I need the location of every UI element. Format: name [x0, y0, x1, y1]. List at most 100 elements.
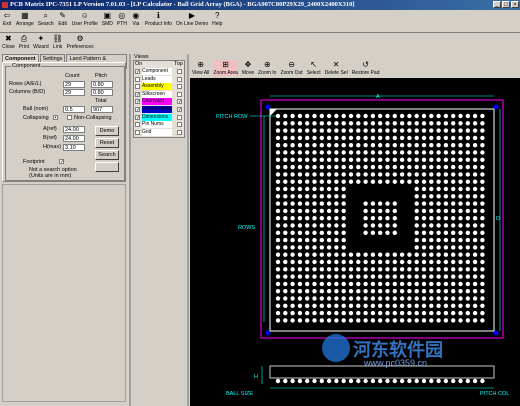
ball — [326, 310, 332, 316]
ball-field[interactable]: 0.5 — [63, 106, 85, 113]
view-checkbox[interactable]: ✓ — [135, 91, 140, 97]
ball — [290, 201, 295, 206]
ball — [283, 267, 288, 272]
ball — [421, 245, 427, 250]
close-button[interactable]: ✖ Close — [2, 34, 15, 50]
search-icon: ⌕ — [43, 11, 48, 20]
zoom-out-button[interactable]: ⊖ Zoom Out — [280, 60, 302, 76]
ball — [334, 281, 339, 287]
collapsing-radio[interactable]: • — [53, 115, 58, 121]
view-all-button[interactable]: ⊕ View All — [192, 60, 209, 76]
ball — [407, 259, 412, 265]
view-item-label[interactable]: Dimensions — [142, 113, 172, 121]
close-window-button[interactable]: × — [511, 1, 519, 8]
zoom-area-button[interactable]: ⊞ Zoom Area — [213, 60, 238, 76]
exit-button[interactable]: ⇦ Exit — [2, 11, 12, 27]
ball-size-label: BALL SIZE — [226, 391, 254, 397]
blank-button[interactable] — [95, 162, 119, 172]
views-splitter[interactable] — [187, 54, 189, 406]
move-button[interactable]: ✥ Move — [242, 60, 254, 76]
arrange-button[interactable]: ▦ Arrange — [16, 11, 34, 27]
view-top-checkbox[interactable] — [177, 122, 182, 128]
view-item-label[interactable]: Leads — [142, 75, 172, 83]
rows-count-field[interactable]: 29 — [63, 81, 85, 88]
corner-marker — [265, 330, 271, 336]
reset-button[interactable]: Reset — [95, 138, 119, 148]
maximize-button[interactable]: □ — [502, 1, 510, 8]
a-dim-label: A — [376, 94, 380, 100]
h-max-field[interactable]: 3.10 — [63, 144, 85, 151]
edit-button[interactable]: ✎ Edit — [58, 11, 68, 27]
view-top-checkbox[interactable] — [177, 84, 182, 90]
minimize-button[interactable]: _ — [493, 1, 501, 8]
b-ref-field[interactable]: 24.00 — [63, 135, 85, 142]
product-info-button[interactable]: ℹ Product Info — [145, 11, 172, 27]
ball — [326, 303, 332, 308]
ball — [275, 172, 281, 177]
view-checkbox[interactable]: ✓ — [135, 99, 140, 105]
view-item-label[interactable]: Assembly — [142, 83, 172, 91]
ball — [341, 230, 346, 235]
ball — [341, 172, 346, 177]
smd-button[interactable]: ▣ SMD — [102, 11, 113, 27]
pth-button[interactable]: ◎ PTH — [117, 11, 127, 27]
view-top-checkbox[interactable] — [177, 76, 182, 82]
ball — [436, 252, 441, 257]
ball — [370, 121, 376, 126]
print-button[interactable]: ⎙ Print — [19, 34, 29, 50]
via-button[interactable]: ◉ Via — [131, 11, 141, 27]
ball — [451, 113, 456, 119]
view-checkbox[interactable]: ✓ — [135, 69, 140, 75]
ball — [407, 267, 412, 272]
link-button[interactable]: ⛓ Link — [53, 34, 63, 50]
ball — [458, 194, 463, 199]
ball — [465, 318, 470, 323]
view-item-label[interactable]: Land Pattern — [142, 106, 172, 113]
ball — [370, 201, 376, 206]
demo-button[interactable]: Demo — [95, 126, 119, 136]
view-item-label[interactable]: Pin Nums — [142, 121, 172, 129]
ball — [356, 303, 361, 308]
splitter[interactable] — [129, 54, 131, 406]
view-top-checkbox[interactable] — [177, 114, 182, 120]
rows-pitch-field[interactable]: 0.80 — [91, 81, 113, 88]
view-checkbox[interactable] — [135, 129, 140, 135]
ball — [465, 274, 470, 279]
ball — [290, 259, 295, 265]
view-top-checkbox[interactable] — [177, 129, 182, 135]
view-item-label[interactable]: Component — [142, 68, 172, 75]
select-button[interactable]: ↖ Select — [307, 60, 321, 76]
view-checkbox[interactable]: ✓ — [135, 114, 140, 120]
restore-pad-button[interactable]: ↺ Restore Pad — [352, 60, 380, 76]
view-checkbox[interactable] — [135, 76, 140, 82]
wizard-button[interactable]: ✦ Wizard — [33, 34, 49, 50]
zoom-in-button[interactable]: ⊕ Zoom In — [258, 60, 276, 76]
user-profile-button[interactable]: ☺ User Profile — [72, 11, 98, 27]
view-item-label[interactable]: Grid — [142, 128, 172, 136]
ball — [451, 259, 456, 265]
noncollapsing-radio[interactable] — [67, 115, 72, 120]
footprint-checkbox[interactable]: ✓ — [59, 159, 64, 165]
view-checkbox[interactable] — [135, 84, 140, 90]
view-top-checkbox[interactable]: ✓ — [177, 107, 182, 113]
on-line-demo-button[interactable]: ▶ On Line Demo — [176, 11, 208, 27]
preferences-button[interactable]: ⚙ Preferences — [67, 34, 94, 50]
view-top-checkbox[interactable] — [177, 69, 182, 74]
columns-count-field[interactable]: 29 — [63, 89, 85, 96]
delete-sel-button[interactable]: ✕ Delete Sel — [325, 60, 348, 76]
view-item-label[interactable]: Silkscreen — [142, 90, 172, 98]
view-top-checkbox[interactable] — [177, 91, 182, 97]
search-button[interactable]: Search — [95, 150, 119, 160]
columns-pitch-field[interactable]: 0.80 — [91, 89, 113, 96]
search-button[interactable]: ⌕ Search — [38, 11, 54, 27]
a-ref-field[interactable]: 24.00 — [63, 126, 85, 133]
ball — [356, 296, 361, 301]
ball — [356, 128, 361, 133]
view-checkbox[interactable]: ✓ — [135, 107, 140, 113]
view-item-label[interactable]: Courtyard — [142, 98, 172, 106]
ball — [451, 296, 456, 301]
zoom-area-icon: ⊞ — [222, 60, 229, 69]
help-button[interactable]: ? Help — [212, 11, 222, 27]
view-checkbox[interactable] — [135, 122, 140, 128]
view-top-checkbox[interactable]: ✓ — [177, 99, 182, 105]
